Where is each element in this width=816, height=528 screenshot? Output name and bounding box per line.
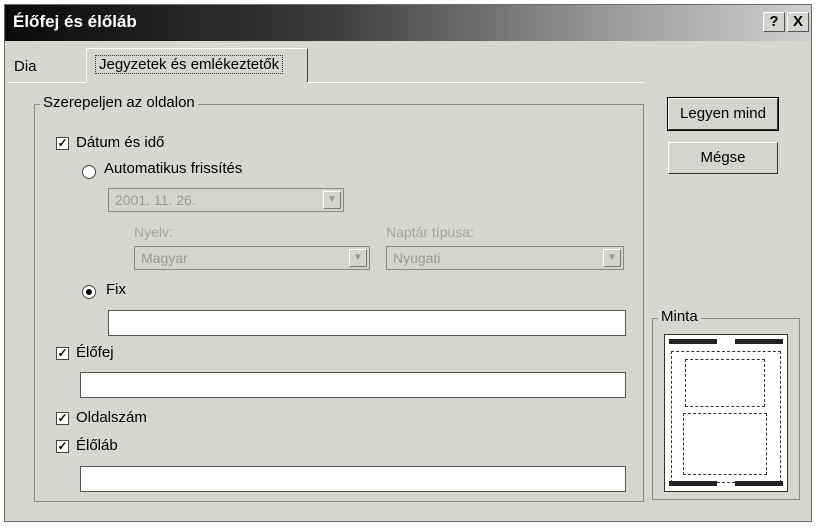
chevron-down-icon: ▼ [323, 191, 341, 209]
close-button[interactable]: X [787, 12, 809, 32]
tab-divider-left [8, 82, 86, 83]
language-label: Nyelv: [134, 224, 173, 240]
fixed-date-input[interactable] [108, 310, 626, 336]
auto-update-label: Automatikus frissítés [104, 160, 243, 177]
footer-label: Élőláb [76, 437, 118, 454]
preview-header-right-bar [735, 339, 783, 344]
tab-dia[interactable]: Dia [14, 58, 37, 75]
cancel-button[interactable]: Mégse [668, 142, 778, 174]
footer-input[interactable] [80, 466, 626, 492]
preview-title: Minta [658, 308, 701, 325]
calendar-type-value: Nyugati [393, 250, 441, 266]
date-format-select[interactable]: 2001. 11. 26. ▼ [108, 188, 344, 212]
header-label: Élőfej [76, 344, 114, 361]
preview-footer-right-bar [735, 481, 783, 486]
title-bar: Élőfej és élőláb ? X [5, 5, 811, 41]
auto-update-radio[interactable] [82, 165, 96, 179]
tab-notes-handouts[interactable]: Jegyzetek és emlékeztetők [86, 48, 308, 82]
preview-header-left-bar [669, 339, 717, 344]
date-time-label: Dátum és idő [76, 134, 165, 151]
page-number-label: Oldalszám [76, 409, 147, 426]
apply-all-button[interactable]: Legyen mind [667, 97, 779, 131]
preview-page [664, 334, 788, 492]
dialog-title: Élőfej és élőláb [13, 12, 137, 31]
footer-checkbox[interactable]: ✓ [56, 440, 69, 453]
preview-slide-area [685, 359, 765, 407]
language-value: Magyar [141, 250, 188, 266]
language-select[interactable]: Magyar ▼ [134, 246, 370, 270]
header-checkbox[interactable]: ✓ [56, 347, 69, 360]
calendar-type-label: Naptár típusa: [386, 224, 474, 240]
help-button[interactable]: ? [763, 12, 785, 32]
page-number-checkbox[interactable]: ✓ [56, 412, 69, 425]
preview-notes-area [683, 413, 767, 475]
date-format-value: 2001. 11. 26. [115, 192, 196, 208]
calendar-type-select[interactable]: Nyugati ▼ [386, 246, 624, 270]
chevron-down-icon: ▼ [603, 249, 621, 267]
tab-divider-right [308, 82, 644, 83]
group-title: Szerepeljen az oldalon [40, 94, 198, 111]
preview-footer-left-bar [669, 481, 717, 486]
date-time-checkbox[interactable]: ✓ [56, 137, 69, 150]
chevron-down-icon: ▼ [349, 249, 367, 267]
fixed-label: Fix [106, 281, 126, 298]
header-input[interactable] [80, 372, 626, 398]
fixed-radio[interactable] [82, 285, 96, 299]
